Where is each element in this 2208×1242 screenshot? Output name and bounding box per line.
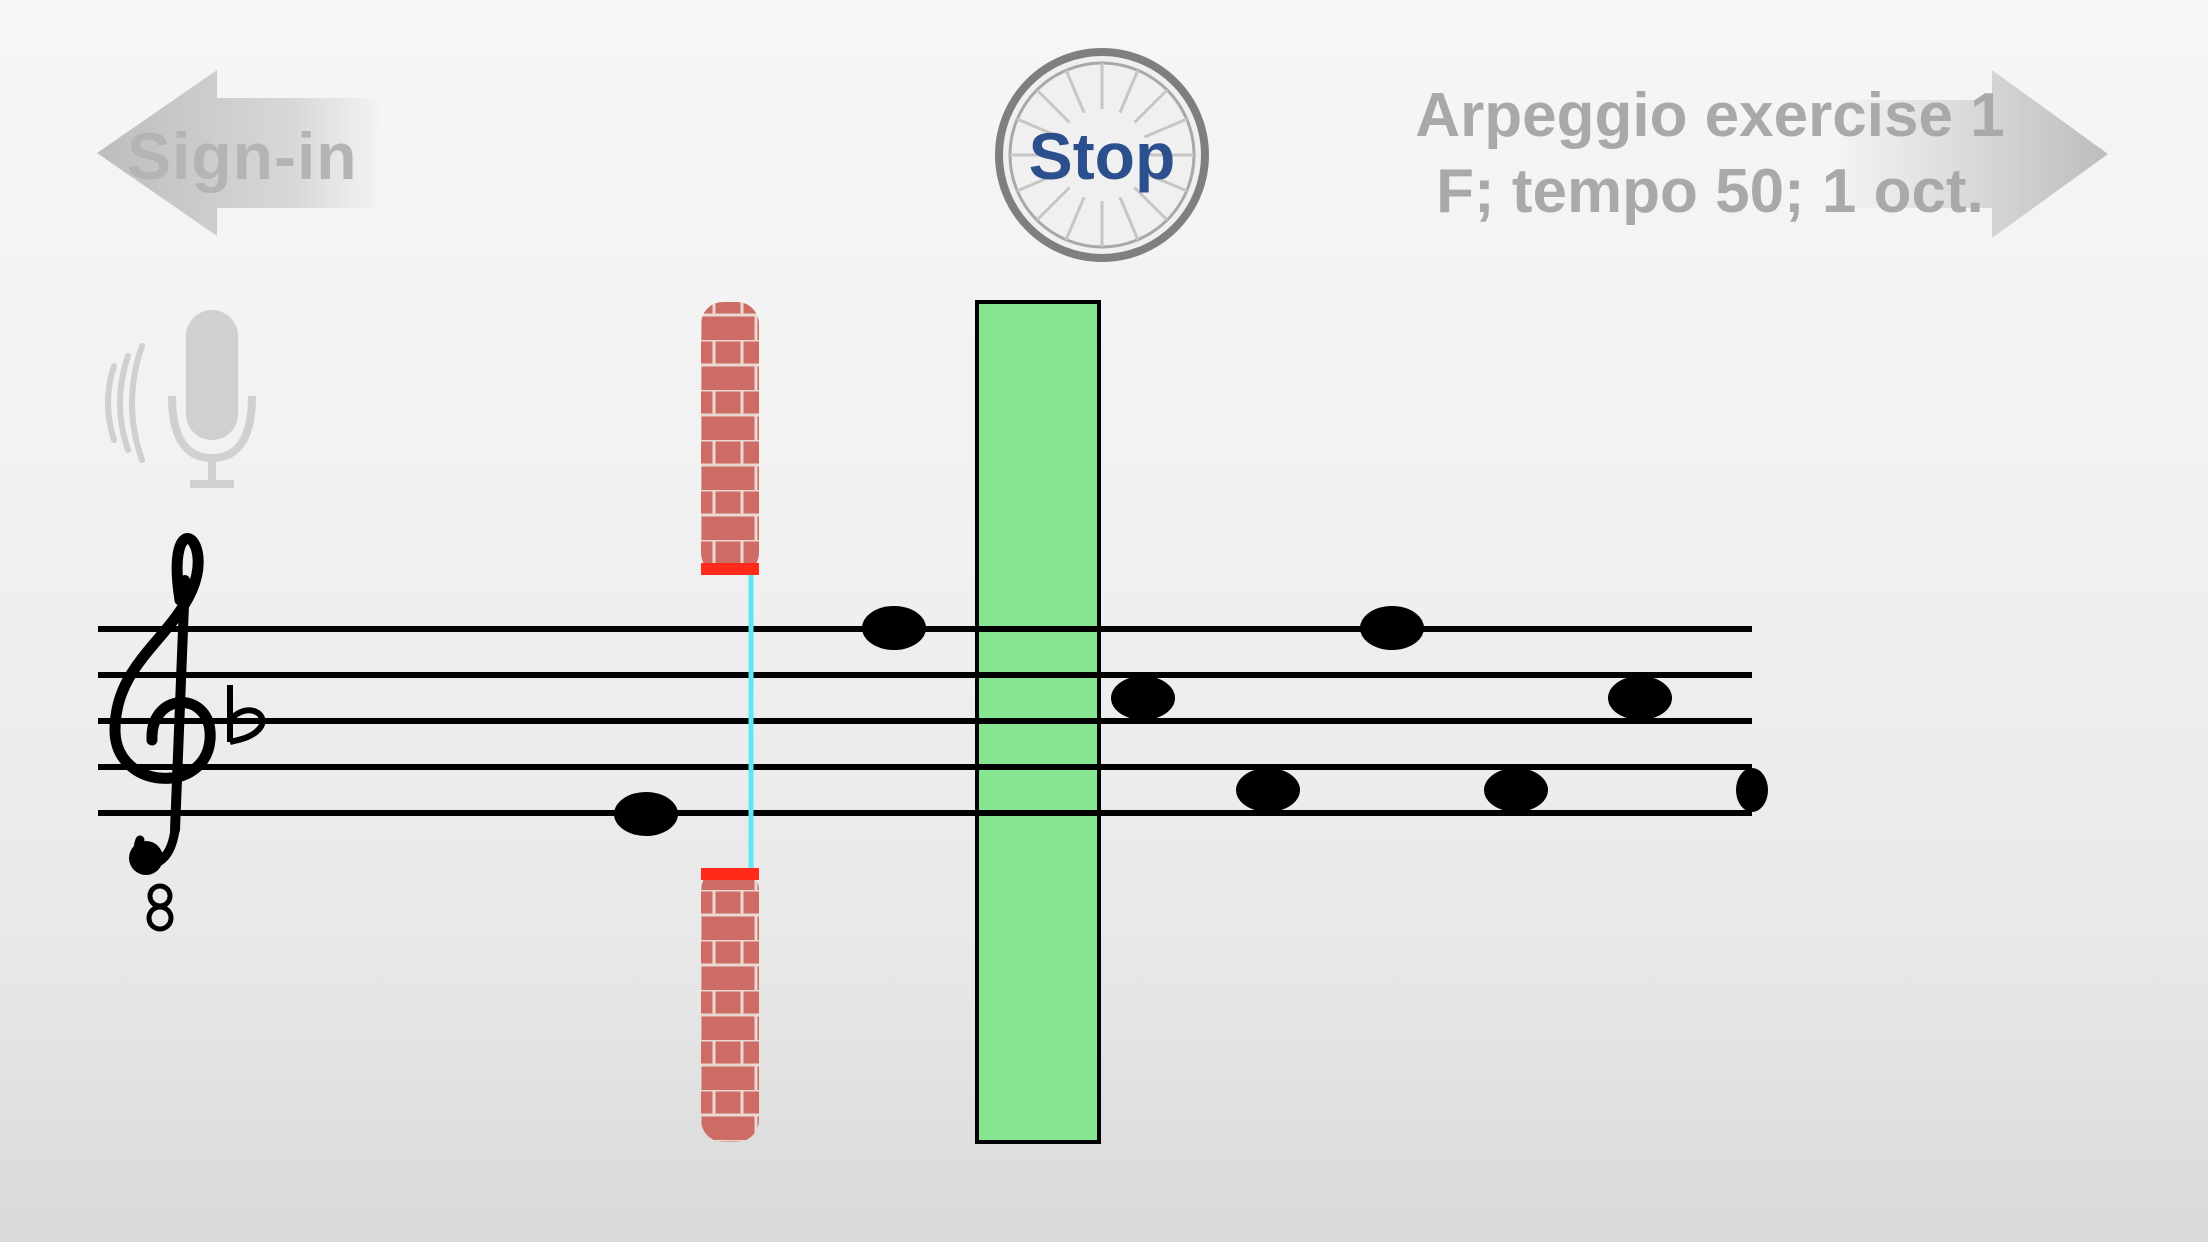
note-head	[1236, 768, 1300, 812]
note-head	[614, 792, 678, 836]
note-head	[1608, 676, 1672, 720]
exercise-name: Arpeggio exercise 1	[1415, 81, 2005, 150]
flat-icon	[227, 685, 266, 745]
exercise-info: Arpeggio exercise 1 F; tempo 50; 1 oct.	[1380, 78, 2040, 229]
stop-label: Stop	[1028, 119, 1176, 193]
music-staff-area	[98, 300, 1768, 1144]
signin-back-button[interactable]: Sign-in	[95, 68, 395, 238]
note-head	[1360, 606, 1424, 650]
note-head	[1111, 676, 1175, 720]
note-head	[1484, 768, 1548, 812]
stop-button[interactable]: Stop	[993, 46, 1211, 264]
exercise-settings: F; tempo 50; 1 oct.	[1436, 156, 1984, 226]
note-head	[1736, 768, 1768, 812]
signin-label: Sign-in	[127, 119, 358, 193]
note-head	[862, 606, 926, 650]
treble-clef-icon	[109, 533, 216, 932]
